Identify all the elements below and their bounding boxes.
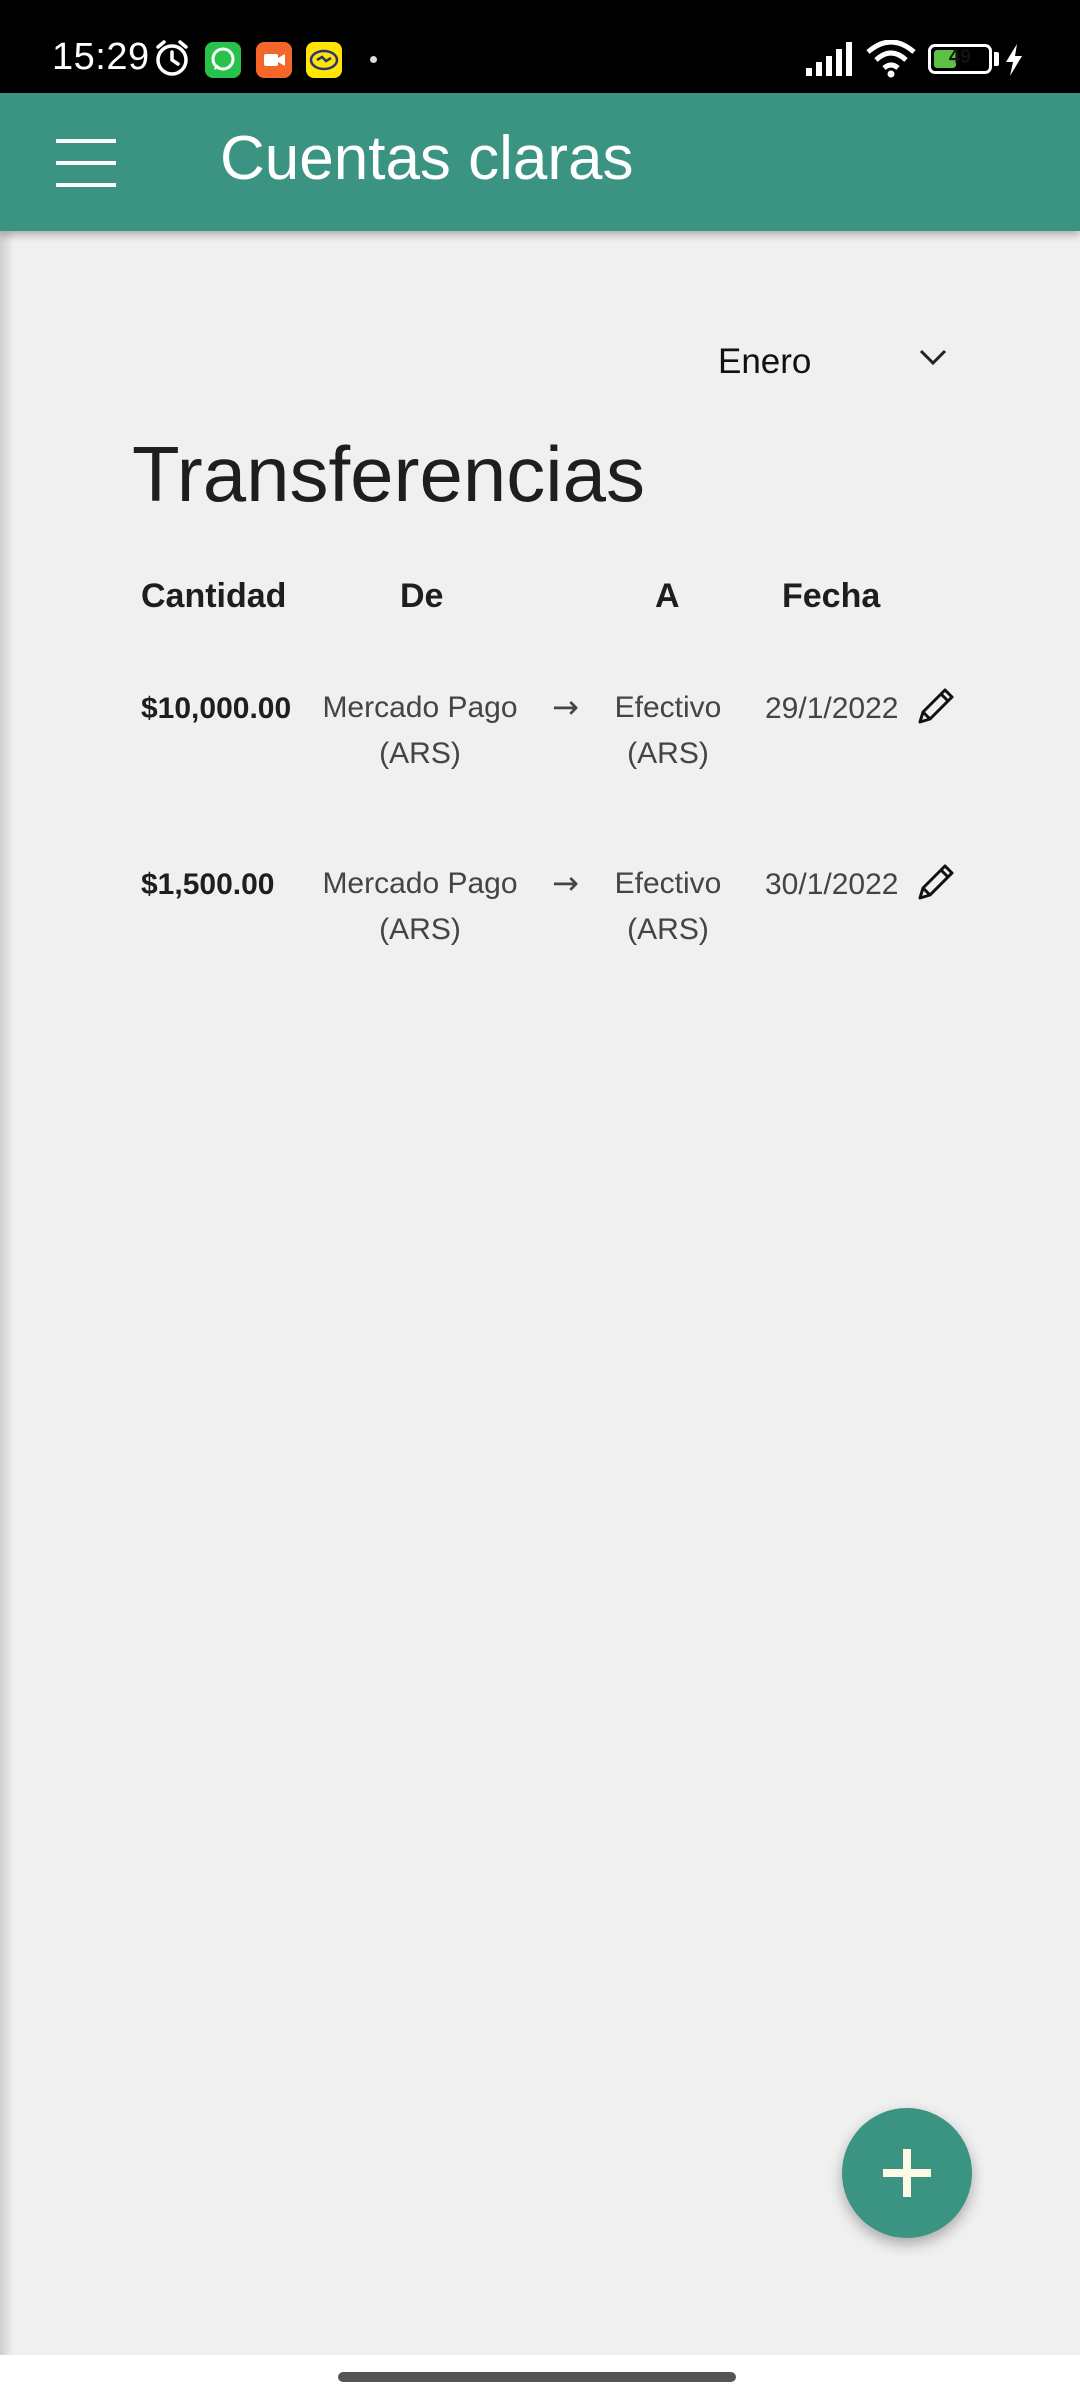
alarm-icon <box>156 40 188 76</box>
app-title: Cuentas claras <box>220 124 634 193</box>
notification-dot <box>370 56 377 63</box>
transfer-date: 30/1/2022 <box>765 868 899 901</box>
status-time: 15:29 <box>52 36 150 78</box>
column-header-to: A <box>655 577 680 615</box>
hamburger-menu-icon <box>56 139 116 187</box>
signal-icon <box>806 42 852 76</box>
mercado-libre-icon <box>306 42 342 78</box>
table-row: $1,500.00 Mercado Pago (ARS) → Efectivo … <box>0 864 1080 988</box>
edit-button[interactable] <box>912 858 960 906</box>
month-select[interactable]: Enero <box>718 331 948 393</box>
transfer-to-currency: (ARS) <box>627 913 709 946</box>
transfer-from-currency: (ARS) <box>379 913 461 946</box>
menu-button[interactable] <box>38 115 134 211</box>
column-header-amount: Cantidad <box>141 577 287 615</box>
whatsapp-icon <box>205 42 241 78</box>
transfer-amount: $1,500.00 <box>141 868 275 901</box>
chevron-down-icon <box>919 349 947 366</box>
transfer-amount: $10,000.00 <box>141 692 292 725</box>
charging-icon <box>1006 44 1022 76</box>
transfer-to-account: Efectivo <box>614 691 722 724</box>
video-call-icon <box>256 42 292 78</box>
column-header-from: De <box>400 577 444 615</box>
transfer-to-currency: (ARS) <box>627 737 709 770</box>
transfer-from-account: Mercado Pago <box>322 691 518 724</box>
transfer-from-account: Mercado Pago <box>322 867 518 900</box>
add-transfer-button[interactable] <box>842 2108 972 2238</box>
app-bar: Cuentas claras <box>0 93 1080 231</box>
main-content: Enero Transferencias Cantidad De A Fecha… <box>0 231 1080 2355</box>
system-nav-bar <box>0 2355 1080 2400</box>
status-bar: 15:29 49 <box>0 0 1080 93</box>
transfer-to: Efectivo (ARS) <box>588 685 748 777</box>
transfer-to-account: Efectivo <box>614 867 722 900</box>
wifi-icon <box>866 40 916 78</box>
battery-nub <box>994 52 999 66</box>
arrow-right-icon: → <box>552 864 579 902</box>
plus-icon <box>883 2149 931 2197</box>
table-row: $10,000.00 Mercado Pago (ARS) → Efectivo… <box>0 688 1080 812</box>
pencil-icon <box>918 688 954 724</box>
page-title: Transferencias <box>132 430 645 518</box>
month-select-value: Enero <box>718 342 812 381</box>
drawer-edge-shadow <box>0 93 14 2355</box>
transfer-from: Mercado Pago (ARS) <box>300 685 540 777</box>
battery-level: 49 <box>948 46 972 68</box>
pencil-icon <box>918 864 954 900</box>
column-header-date: Fecha <box>782 577 881 615</box>
home-indicator[interactable] <box>338 2372 736 2382</box>
transfer-from: Mercado Pago (ARS) <box>300 861 540 953</box>
transfer-from-currency: (ARS) <box>379 737 461 770</box>
transfer-date: 29/1/2022 <box>765 692 899 725</box>
battery-icon: 49 <box>928 44 992 74</box>
transfer-to: Efectivo (ARS) <box>588 861 748 953</box>
arrow-right-icon: → <box>552 688 579 726</box>
edit-button[interactable] <box>912 682 960 730</box>
